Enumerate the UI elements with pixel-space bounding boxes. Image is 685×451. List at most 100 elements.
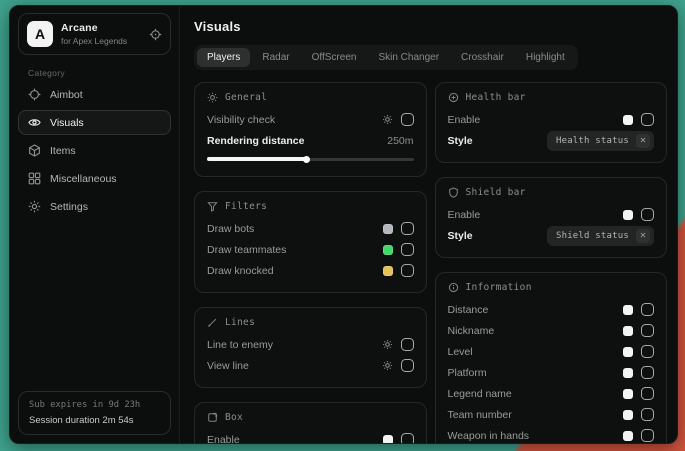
line-to-enemy-checkbox[interactable] — [401, 338, 414, 351]
remove-tag-icon[interactable]: ✕ — [636, 134, 650, 148]
gear-icon[interactable] — [382, 360, 393, 371]
filters-card: Filters Draw bots Draw teammates — [194, 191, 427, 293]
sidebar-item-label: Miscellaneous — [50, 173, 117, 185]
slider-knob[interactable] — [303, 156, 310, 163]
nickname-row: Nickname — [448, 320, 655, 341]
color-swatch[interactable] — [623, 305, 633, 315]
right-column: Health bar Enable Style Health status — [435, 82, 668, 443]
shield-style-row: Style Shield status ✕ — [448, 225, 655, 246]
shield-icon — [448, 187, 459, 198]
health-style-select[interactable]: Health status ✕ — [547, 131, 654, 151]
legend-name-row: Legend name — [448, 383, 655, 404]
box-enable-row: Enable — [207, 429, 414, 443]
page-title: Visuals — [194, 19, 667, 34]
color-swatch[interactable] — [623, 410, 633, 420]
section-title: Filters — [225, 201, 267, 212]
settings-content: General Visibility check Rendering dista… — [194, 82, 667, 443]
sidebar-item-items[interactable]: Items — [18, 138, 171, 163]
color-swatch[interactable] — [623, 368, 633, 378]
draw-bots-row: Draw bots — [207, 218, 414, 239]
health-enable-row: Enable — [448, 109, 655, 130]
row-label: Draw knocked — [207, 265, 274, 277]
color-swatch[interactable] — [623, 431, 633, 441]
platform-row: Platform — [448, 362, 655, 383]
target-icon[interactable] — [149, 28, 162, 41]
color-swatch[interactable] — [623, 389, 633, 399]
tab-players[interactable]: Players — [197, 48, 250, 67]
sidebar-item-settings[interactable]: Settings — [18, 194, 171, 219]
shield-bar-card: Shield bar Enable Style Shield status — [435, 177, 668, 258]
sidebar-item-label: Visuals — [50, 117, 84, 129]
platform-checkbox[interactable] — [641, 366, 654, 379]
tab-skin-changer[interactable]: Skin Changer — [368, 48, 449, 67]
color-swatch[interactable] — [383, 266, 393, 276]
color-swatch[interactable] — [623, 326, 633, 336]
color-swatch[interactable] — [383, 224, 393, 234]
color-swatch[interactable] — [623, 347, 633, 357]
general-card: General Visibility check Rendering dista… — [194, 82, 427, 177]
section-title: Shield bar — [466, 187, 526, 198]
row-label: View line — [207, 360, 249, 372]
shield-style-select[interactable]: Shield status ✕ — [547, 226, 654, 246]
visuals-tabbar: Players Radar OffScreen Skin Changer Cro… — [194, 45, 578, 70]
sidebar-item-label: Settings — [50, 201, 88, 213]
draw-knocked-checkbox[interactable] — [401, 264, 414, 277]
row-label: Platform — [448, 367, 487, 379]
shield-enable-checkbox[interactable] — [641, 208, 654, 221]
subscription-info: Sub expires in 9d 23h Session duration 2… — [18, 391, 171, 435]
row-label: Draw teammates — [207, 244, 286, 256]
sidebar-item-label: Items — [50, 145, 76, 157]
tab-radar[interactable]: Radar — [252, 48, 299, 67]
sub-expiry-text: Sub expires in 9d 23h — [29, 400, 160, 410]
weapon-in-hands-checkbox[interactable] — [641, 429, 654, 442]
row-label: Team number — [448, 409, 512, 421]
category-label: Category — [28, 68, 171, 78]
section-title: Information — [466, 282, 532, 293]
view-line-row: View line — [207, 355, 414, 376]
row-label: Line to enemy — [207, 339, 273, 351]
sidebar: A Arcane for Apex Legends Category Aimbo… — [10, 6, 180, 443]
crosshair-icon — [28, 88, 41, 101]
section-title: General — [225, 92, 267, 103]
tab-highlight[interactable]: Highlight — [516, 48, 575, 67]
health-enable-checkbox[interactable] — [641, 113, 654, 126]
app-window: A Arcane for Apex Legends Category Aimbo… — [9, 5, 678, 444]
visibility-check-row: Visibility check — [207, 109, 414, 130]
view-line-checkbox[interactable] — [401, 359, 414, 372]
sun-icon — [207, 92, 218, 103]
lines-card: Lines Line to enemy View line — [194, 307, 427, 388]
team-number-row: Team number — [448, 404, 655, 425]
legend-name-checkbox[interactable] — [641, 387, 654, 400]
health-style-row: Style Health status ✕ — [448, 130, 655, 151]
sidebar-item-miscellaneous[interactable]: Miscellaneous — [18, 166, 171, 191]
row-label: Enable — [207, 434, 240, 444]
level-checkbox[interactable] — [641, 345, 654, 358]
sidebar-item-visuals[interactable]: Visuals — [18, 110, 171, 135]
section-title: Lines — [225, 317, 255, 328]
rendering-distance-value: 250m — [387, 135, 413, 147]
tab-crosshair[interactable]: Crosshair — [451, 48, 514, 67]
row-label: Style — [448, 230, 473, 242]
distance-row: Distance — [448, 299, 655, 320]
app-logo: A — [27, 21, 53, 47]
color-swatch[interactable] — [383, 435, 393, 444]
draw-teammates-checkbox[interactable] — [401, 243, 414, 256]
gear-icon[interactable] — [382, 339, 393, 350]
distance-checkbox[interactable] — [641, 303, 654, 316]
rendering-distance-slider[interactable] — [207, 153, 414, 165]
color-swatch[interactable] — [623, 210, 633, 220]
row-label: Enable — [448, 114, 481, 126]
tab-offscreen[interactable]: OffScreen — [302, 48, 367, 67]
team-number-checkbox[interactable] — [641, 408, 654, 421]
box-enable-checkbox[interactable] — [401, 433, 414, 443]
visibility-check-checkbox[interactable] — [401, 113, 414, 126]
color-swatch[interactable] — [383, 245, 393, 255]
funnel-icon — [207, 201, 218, 212]
sidebar-item-aimbot[interactable]: Aimbot — [18, 82, 171, 107]
nickname-checkbox[interactable] — [641, 324, 654, 337]
draw-bots-checkbox[interactable] — [401, 222, 414, 235]
box-corner-icon — [207, 412, 218, 423]
remove-tag-icon[interactable]: ✕ — [636, 229, 650, 243]
color-swatch[interactable] — [623, 115, 633, 125]
gear-icon[interactable] — [382, 114, 393, 125]
